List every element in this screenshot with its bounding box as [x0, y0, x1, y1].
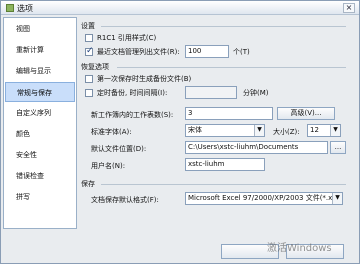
sheet-count-input[interactable]: 3: [185, 107, 273, 120]
titlebar: 选项 ×: [1, 1, 359, 15]
location-label: 默认文件位置(D):: [91, 145, 147, 153]
font-select[interactable]: 宋体 ▼: [185, 124, 265, 137]
auto-backup-checkbox[interactable]: [85, 89, 93, 97]
save-format-label: 文档保存默认格式(F):: [91, 196, 159, 204]
recovery-section-title: 恢复选项: [81, 63, 109, 71]
font-label: 标准字体(A):: [91, 128, 132, 136]
size-dropdown-icon[interactable]: ▼: [330, 125, 340, 136]
save-format-select[interactable]: Microsoft Excel 97/2000/XP/2003 文件(*.xls…: [185, 192, 343, 205]
size-value: 12: [310, 126, 319, 134]
username-input[interactable]: xstc-liuhm: [185, 158, 265, 171]
backup-interval-input[interactable]: [185, 86, 237, 99]
sidebar-item-color[interactable]: 颜色: [5, 124, 75, 144]
browse-button[interactable]: ...: [330, 141, 346, 154]
sidebar-item-security[interactable]: 安全性: [5, 145, 75, 165]
username-label: 用户名(N):: [91, 162, 126, 170]
save-format-value: Microsoft Excel 97/2000/XP/2003 文件(*.xls…: [188, 194, 341, 202]
font-dropdown-icon[interactable]: ▼: [254, 125, 264, 136]
window-title: 选项: [17, 4, 33, 13]
save-divider: [101, 184, 346, 185]
sidebar-item-error-check[interactable]: 错误检查: [5, 166, 75, 186]
sidebar-item-general-save[interactable]: 常规与保存: [5, 82, 75, 102]
auto-backup-label: 定时备份, 时间间隔(I):: [97, 89, 168, 97]
watermark: 激活Windows: [267, 243, 332, 254]
r1c1-checkbox-row[interactable]: R1C1 引用样式(C): [85, 33, 156, 43]
sheet-count-label: 新工作簿内的工作表数(S):: [91, 111, 174, 119]
settings-divider: [101, 26, 346, 27]
backup-first-label: 第一次保存时生成备份文件(B): [97, 75, 192, 83]
size-label: 大小(Z):: [273, 128, 300, 136]
options-dialog: 选项 × 视图 重新计算 编辑与显示 常规与保存 自定义序列 颜色 安全性 错误…: [0, 0, 360, 264]
sidebar-item-edit-display[interactable]: 编辑与显示: [5, 61, 75, 81]
auto-backup-row[interactable]: 定时备份, 时间间隔(I):: [85, 88, 167, 98]
sidebar-item-recalculate[interactable]: 重新计算: [5, 40, 75, 60]
save-section-title: 保存: [81, 180, 95, 188]
category-sidebar: 视图 重新计算 编辑与显示 常规与保存 自定义序列 颜色 安全性 错误检查 拼写: [3, 17, 77, 229]
recovery-divider: [117, 67, 346, 68]
recent-files-row[interactable]: 最近文档管理列出文件(R):: [85, 46, 180, 57]
recent-unit: 个(T): [233, 48, 250, 56]
advanced-button[interactable]: 高级(V)...: [277, 107, 335, 120]
close-button[interactable]: ×: [343, 3, 355, 13]
size-select[interactable]: 12 ▼: [307, 124, 341, 137]
sidebar-item-view[interactable]: 视图: [5, 19, 75, 39]
sidebar-item-custom-list[interactable]: 自定义序列: [5, 103, 75, 123]
save-format-dropdown-icon[interactable]: ▼: [332, 193, 342, 204]
app-icon: [6, 4, 14, 12]
settings-section-title: 设置: [81, 22, 95, 30]
backup-interval-unit: 分钟(M): [243, 89, 269, 97]
location-input[interactable]: C:\Users\xstc-liuhm\Documents: [185, 141, 328, 154]
sidebar-item-spelling[interactable]: 拼写: [5, 187, 75, 207]
recent-files-checkbox[interactable]: [85, 46, 94, 56]
font-value: 宋体: [188, 126, 202, 134]
backup-first-checkbox[interactable]: [85, 75, 93, 83]
recent-files-label: 最近文档管理列出文件(R):: [97, 48, 180, 56]
backup-first-row[interactable]: 第一次保存时生成备份文件(B): [85, 74, 191, 84]
r1c1-label: R1C1 引用样式(C): [97, 34, 157, 42]
general-save-panel: 设置 R1C1 引用样式(C) 最近文档管理列出文件(R): 100 个(T) …: [81, 19, 351, 229]
recent-count-input[interactable]: 100: [185, 45, 229, 58]
r1c1-checkbox[interactable]: [85, 34, 93, 42]
